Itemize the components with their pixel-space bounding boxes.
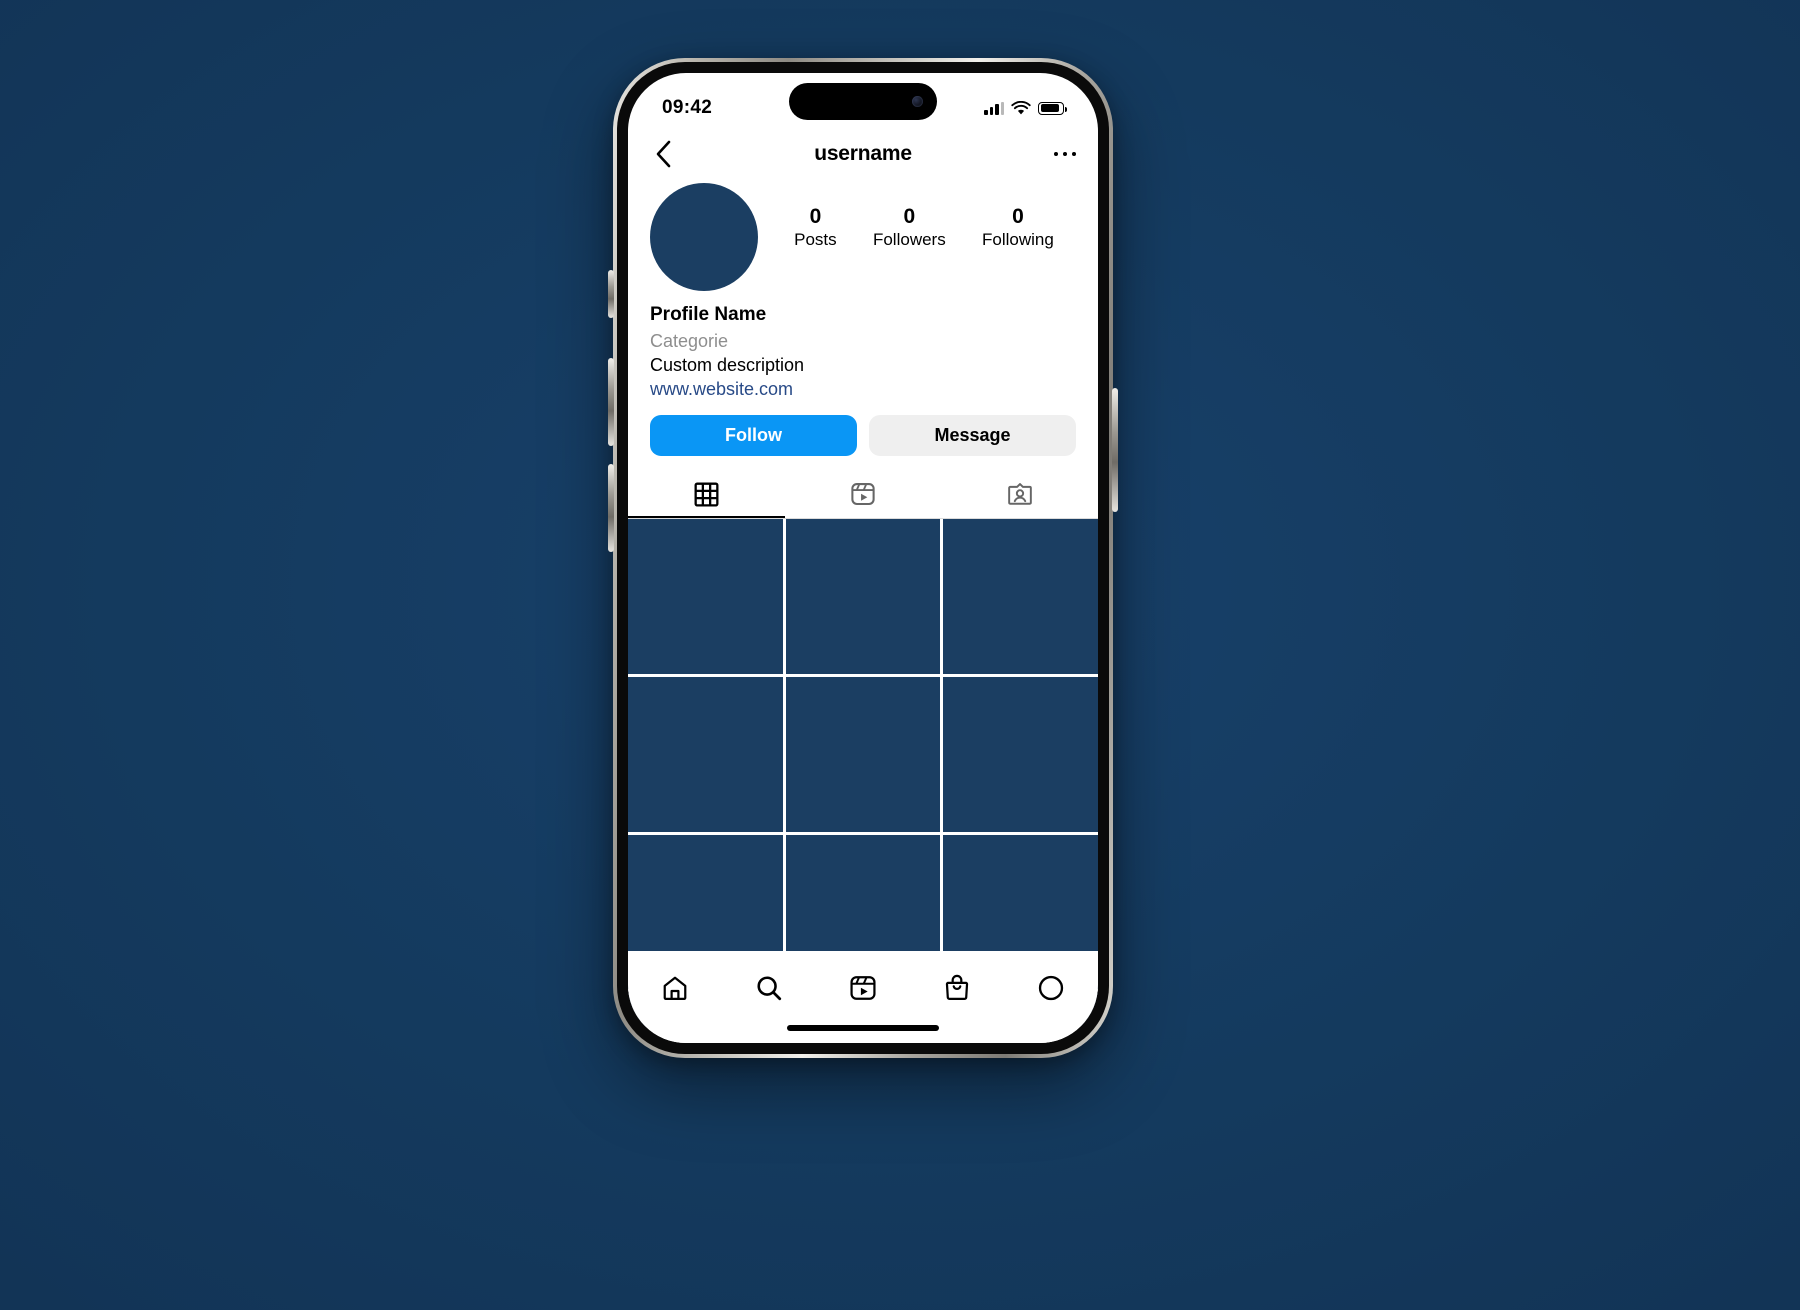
post-cell[interactable] [628,677,783,832]
profile-circle-icon [1038,975,1064,1001]
status-bar: 09:42 [628,73,1098,131]
stat-following-value: 0 [1012,205,1024,228]
stat-followers-value: 0 [903,205,916,228]
page-title: username [814,142,912,165]
profile-stats: 0 Posts 0 Followers 0 Following [758,183,1076,250]
profile-action-buttons: Follow Message [628,402,1098,457]
power-button-hardware[interactable] [1112,388,1118,512]
more-options-button[interactable] [1053,151,1076,157]
profile-category: Categorie [650,330,729,351]
home-indicator [787,1025,939,1031]
stat-following[interactable]: 0 Following [982,205,1054,250]
profile-header: 0 Posts 0 Followers 0 Following [628,177,1098,291]
nav-reels[interactable] [840,965,886,1011]
post-cell[interactable] [628,519,783,674]
phone-device-frame: 09:42 username 0 Posts 0 Followers 0 Fol… [608,58,1118,1058]
action-button-hardware[interactable] [608,270,614,318]
tab-tagged[interactable] [941,472,1098,518]
nav-home[interactable] [652,965,698,1011]
nav-shop[interactable] [934,965,980,1011]
volume-down-button-hardware[interactable] [608,464,614,552]
battery-icon [1038,101,1067,115]
ellipsis-icon-dot [1053,151,1058,157]
reels-icon [851,483,875,506]
stat-followers-label: Followers [872,230,946,250]
stat-posts[interactable]: 0 Posts [794,205,837,250]
tab-reels[interactable] [785,472,942,518]
tagged-person-icon [1007,483,1032,506]
stat-posts-value: 0 [809,205,822,228]
ellipsis-icon-dot [1071,151,1076,157]
profile-name: Profile Name [650,304,767,325]
navigation-bar: username [628,131,1098,177]
post-cell[interactable] [785,677,941,832]
back-button[interactable] [650,140,676,168]
ellipsis-icon-dot [1062,151,1067,157]
status-bar-clock: 09:42 [662,97,713,118]
follow-button[interactable]: Follow [650,415,857,457]
home-icon [663,976,687,1000]
chevron-left-icon [656,140,670,168]
profile-content-tabs [628,472,1098,519]
phone-screen: 09:42 username 0 Posts 0 Followers 0 Fol… [628,73,1098,1043]
post-cell[interactable] [943,677,1098,832]
message-button[interactable]: Message [869,415,1076,457]
stat-posts-label: Posts [794,230,837,250]
stat-following-label: Following [982,230,1054,250]
shopping-bag-icon [945,974,969,1000]
search-icon [757,976,782,1001]
status-bar-indicators [984,100,1067,116]
profile-website-link[interactable]: www.website.com [650,377,1076,402]
dynamic-island [789,83,937,120]
front-camera-icon [912,96,923,107]
profile-description: Custom description [650,354,805,375]
volume-up-button-hardware[interactable] [608,358,614,446]
post-cell[interactable] [943,519,1098,674]
avatar[interactable] [650,183,758,291]
wifi-icon [1011,100,1031,114]
phone-bezel: 09:42 username 0 Posts 0 Followers 0 Fol… [617,62,1109,1054]
profile-bio: Profile Name Categorie Custom descriptio… [628,291,1098,402]
cellular-signal-icon [984,101,1004,115]
stat-followers[interactable]: 0 Followers [873,205,946,250]
nav-search[interactable] [746,965,792,1011]
reels-icon [850,976,876,1000]
grid-icon [694,482,719,507]
tab-grid[interactable] [628,472,785,519]
nav-profile[interactable] [1028,965,1074,1011]
post-cell[interactable] [785,519,941,674]
